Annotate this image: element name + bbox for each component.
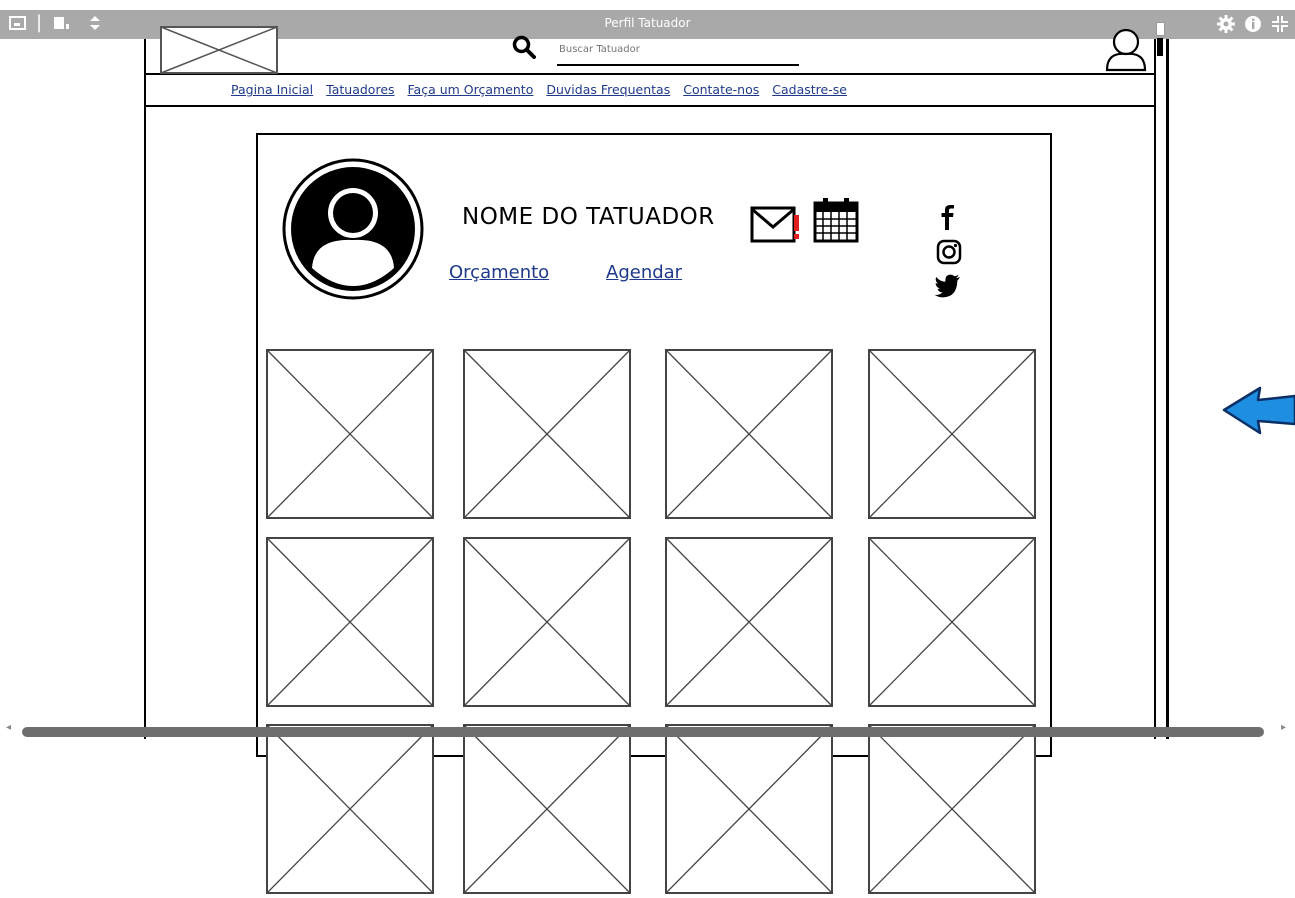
schedule-link[interactable]: Agendar xyxy=(606,262,682,283)
nav-link-cadastre[interactable]: Cadastre-se xyxy=(772,82,847,97)
scrollbar-thumb[interactable] xyxy=(1157,38,1163,56)
tattoo-artist-name: NOME DO TATUADOR xyxy=(462,204,715,230)
header-divider xyxy=(146,73,1154,75)
gear-icon[interactable] xyxy=(1216,14,1236,39)
info-icon[interactable] xyxy=(1243,14,1263,39)
gallery-image-placeholder[interactable] xyxy=(463,724,631,894)
gallery-image-placeholder[interactable] xyxy=(868,349,1036,519)
gallery-image-placeholder[interactable] xyxy=(266,537,434,707)
search-icon[interactable] xyxy=(512,35,536,63)
logo-placeholder[interactable] xyxy=(160,26,278,78)
gallery-image-placeholder[interactable] xyxy=(463,537,631,707)
arrow-pointer-icon xyxy=(1222,384,1295,440)
mail-icon[interactable] xyxy=(750,205,802,249)
quote-link[interactable]: Orçamento xyxy=(449,262,549,283)
gallery-image-placeholder[interactable] xyxy=(665,537,833,707)
user-account-icon[interactable] xyxy=(1103,26,1149,78)
nav-link-orcamento[interactable]: Faça um Orçamento xyxy=(408,82,534,97)
instagram-icon[interactable] xyxy=(935,238,963,270)
nav-link-duvidas[interactable]: Duvidas Frequentas xyxy=(546,82,670,97)
calendar-icon[interactable] xyxy=(813,197,859,247)
scroll-left-icon[interactable]: ◂ xyxy=(6,722,11,733)
avatar xyxy=(282,158,424,304)
horizontal-scrollbar[interactable] xyxy=(22,727,1264,737)
gallery-image-placeholder[interactable] xyxy=(665,349,833,519)
fullscreen-icon[interactable] xyxy=(1270,14,1290,39)
nav-link-pagina-inicial[interactable]: Pagina Inicial xyxy=(231,82,313,97)
nav-link-tatuadores[interactable]: Tatuadores xyxy=(326,82,394,97)
scroll-right-icon[interactable]: ▸ xyxy=(1281,722,1286,733)
gallery-image-placeholder[interactable] xyxy=(665,724,833,894)
search-input[interactable] xyxy=(557,38,799,66)
nav-divider xyxy=(146,105,1154,107)
gallery-image-placeholder[interactable] xyxy=(266,724,434,894)
main-nav: Pagina Inicial Tatuadores Faça um Orçame… xyxy=(231,82,856,97)
gallery-image-placeholder[interactable] xyxy=(868,724,1036,894)
facebook-icon[interactable] xyxy=(938,203,956,235)
scroll-up-button[interactable] xyxy=(1156,22,1165,36)
nav-link-contate[interactable]: Contate-nos xyxy=(683,82,759,97)
gallery-image-placeholder[interactable] xyxy=(266,349,434,519)
frame-scrollbar-track xyxy=(1166,39,1169,739)
gallery-image-placeholder[interactable] xyxy=(868,537,1036,707)
twitter-icon[interactable] xyxy=(934,272,962,302)
gallery-image-placeholder[interactable] xyxy=(463,349,631,519)
